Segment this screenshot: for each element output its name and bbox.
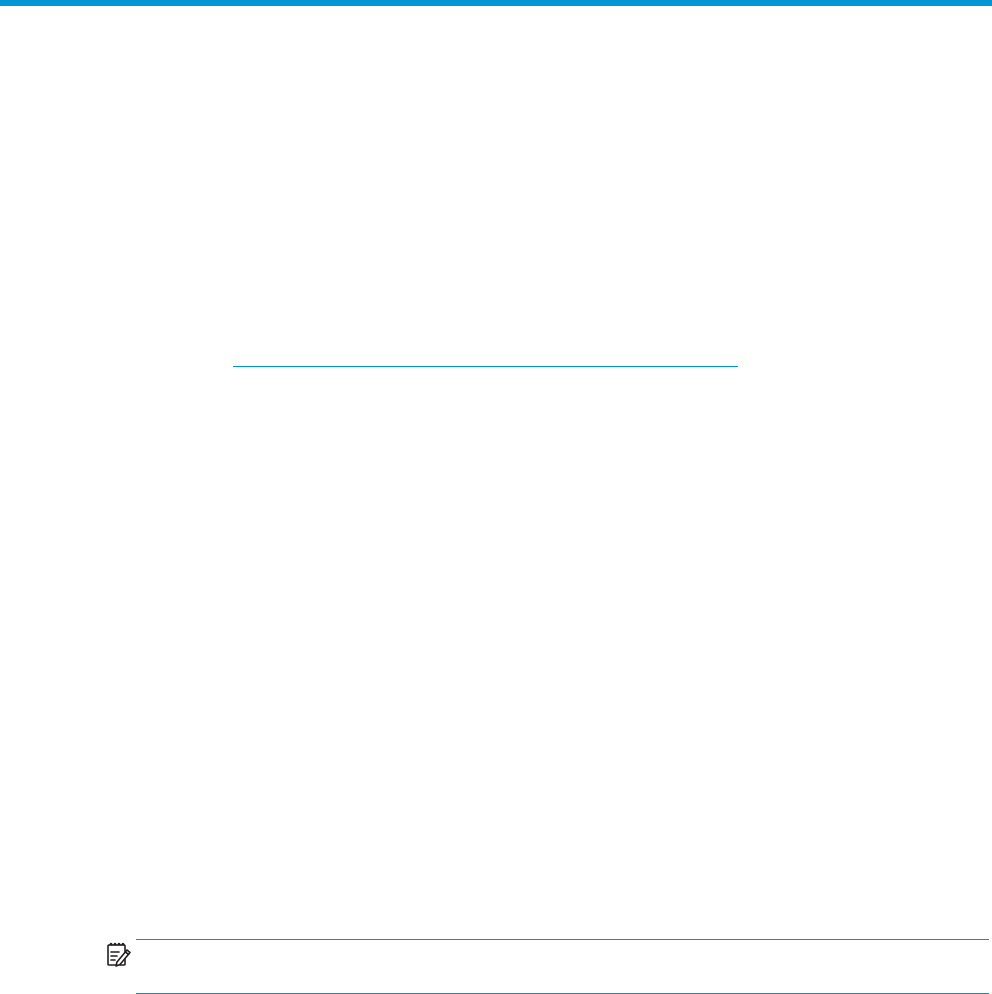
note-callout-box xyxy=(136,939,989,994)
header-accent-bar xyxy=(0,0,992,6)
note-pad-pencil-icon xyxy=(104,941,132,967)
hyperlink-underline[interactable] xyxy=(233,366,738,367)
